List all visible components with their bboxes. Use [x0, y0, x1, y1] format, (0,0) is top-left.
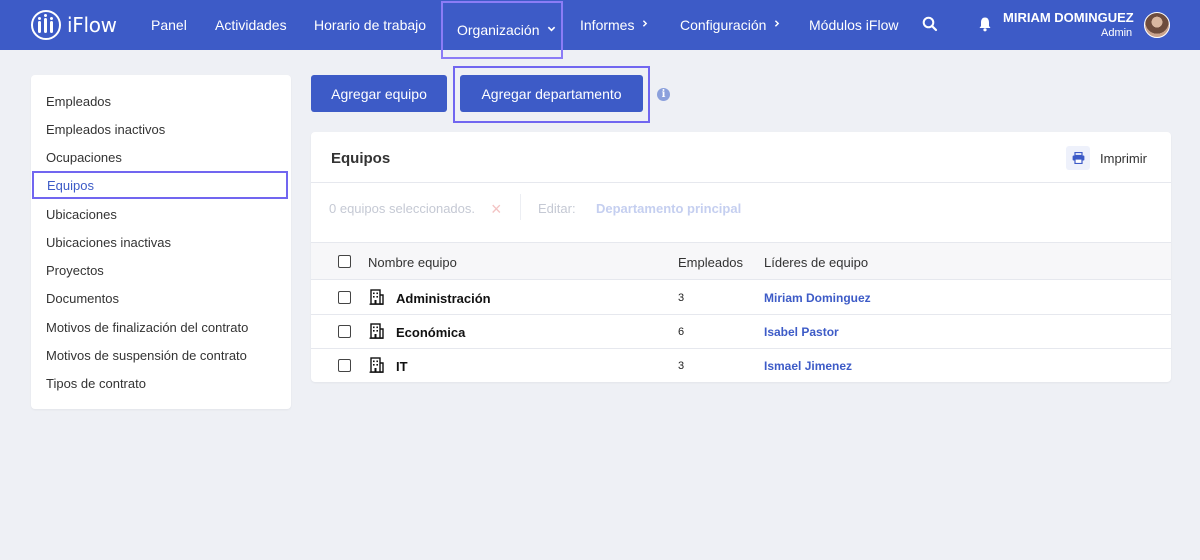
row-checkbox[interactable] — [338, 359, 351, 372]
sidebar-item-motivos-finalizacion[interactable]: Motivos de finalización del contrato — [46, 320, 248, 335]
nav-organizacion[interactable]: Organización — [441, 1, 563, 59]
brand-name: iFlow — [67, 13, 117, 37]
nav-informes[interactable]: Informes — [580, 0, 649, 50]
close-icon[interactable]: × — [491, 200, 502, 218]
print-label: Imprimir — [1100, 150, 1147, 166]
column-header-employees[interactable]: Empleados — [678, 255, 743, 270]
sidebar-item-equipos[interactable]: Equipos — [32, 171, 288, 199]
team-leader-link[interactable]: Ismael Jimenez — [764, 359, 852, 373]
sidebar-item-empleados-inactivos[interactable]: Empleados inactivos — [46, 122, 165, 137]
nav-label: Horario de trabajo — [314, 17, 427, 33]
nav-label: Organización — [457, 22, 540, 38]
team-name[interactable]: Económica — [396, 325, 465, 340]
nav-label: Informes — [580, 17, 635, 33]
sidebar-item-documentos[interactable]: Documentos — [46, 291, 119, 306]
avatar[interactable] — [1144, 12, 1170, 38]
divider — [311, 182, 1171, 183]
column-header-leaders[interactable]: Líderes de equipo — [764, 255, 868, 270]
select-all-checkbox[interactable] — [338, 255, 351, 268]
team-leader-link[interactable]: Isabel Pastor — [764, 325, 839, 339]
nav-modulos[interactable]: Módulos iFlow — [809, 0, 898, 50]
sidebar-item-empleados[interactable]: Empleados — [46, 94, 111, 109]
iflow-logo[interactable]: iFlow — [31, 10, 117, 40]
nav-panel[interactable]: Panel — [151, 0, 187, 50]
teams-panel: Equipos Imprimir 0 equipos seleccionados… — [311, 132, 1171, 382]
nav-actividades[interactable]: Actividades — [215, 0, 287, 50]
team-leader-link[interactable]: Miriam Dominguez — [764, 291, 871, 305]
table-row[interactable]: Económica 6 Isabel Pastor — [311, 315, 1171, 349]
team-name[interactable]: Administración — [396, 291, 491, 306]
sidebar-item-motivos-suspension[interactable]: Motivos de suspensión de contrato — [46, 348, 247, 363]
nav-configuracion[interactable]: Configuración — [680, 0, 781, 50]
chevron-down-icon — [547, 24, 556, 36]
team-name[interactable]: IT — [396, 359, 408, 374]
sidebar-item-ubicaciones-inactivas[interactable]: Ubicaciones inactivas — [46, 235, 171, 250]
row-checkbox[interactable] — [338, 325, 351, 338]
building-icon — [369, 289, 384, 305]
print-button[interactable]: Imprimir — [1066, 146, 1147, 170]
sidebar-item-tipos-contrato[interactable]: Tipos de contrato — [46, 376, 146, 391]
sidebar-item-ocupaciones[interactable]: Ocupaciones — [46, 150, 122, 165]
info-icon[interactable]: i — [657, 88, 670, 101]
table-row[interactable]: Administración 3 Miriam Dominguez — [311, 281, 1171, 315]
table-header: Nombre equipo Empleados Líderes de equip… — [311, 242, 1171, 280]
sidebar-item-ubicaciones[interactable]: Ubicaciones — [46, 207, 117, 222]
logo-icon — [31, 10, 61, 40]
table-row[interactable]: IT 3 Ismael Jimenez — [311, 349, 1171, 383]
sidebar-item-proyectos[interactable]: Proyectos — [46, 263, 104, 278]
printer-icon — [1066, 146, 1090, 170]
panel-title: Equipos — [331, 150, 391, 167]
bell-icon[interactable] — [978, 16, 992, 32]
search-icon[interactable] — [922, 16, 938, 32]
nav-label: Panel — [151, 17, 187, 33]
building-icon — [369, 357, 384, 373]
nav-label: Módulos iFlow — [809, 17, 899, 33]
add-department-button[interactable]: Agregar departamento — [460, 75, 643, 112]
column-header-name[interactable]: Nombre equipo — [368, 255, 457, 270]
divider — [520, 194, 521, 220]
building-icon — [369, 323, 384, 339]
row-checkbox[interactable] — [338, 291, 351, 304]
edit-label: Editar: — [538, 201, 576, 216]
nav-label: Configuración — [680, 17, 767, 33]
sidebar: Empleados Empleados inactivos Ocupacione… — [31, 75, 291, 409]
selection-count: 0 equipos seleccionados. — [329, 201, 475, 216]
employee-count: 3 — [678, 360, 685, 372]
employee-count: 6 — [678, 326, 685, 338]
main-department-link[interactable]: Departamento principal — [596, 201, 741, 216]
user-role: Admin — [1101, 27, 1133, 39]
nav-horario[interactable]: Horario de trabajo — [314, 0, 426, 50]
chevron-right-icon — [773, 19, 781, 31]
nav-label: Actividades — [215, 17, 287, 33]
user-name[interactable]: MIRIAM DOMINGUEZ — [1003, 10, 1134, 25]
add-team-button[interactable]: Agregar equipo — [311, 75, 447, 112]
top-navbar: iFlow Panel Actividades Horario de traba… — [0, 0, 1200, 59]
employee-count: 3 — [678, 292, 685, 304]
chevron-right-icon — [641, 19, 649, 31]
